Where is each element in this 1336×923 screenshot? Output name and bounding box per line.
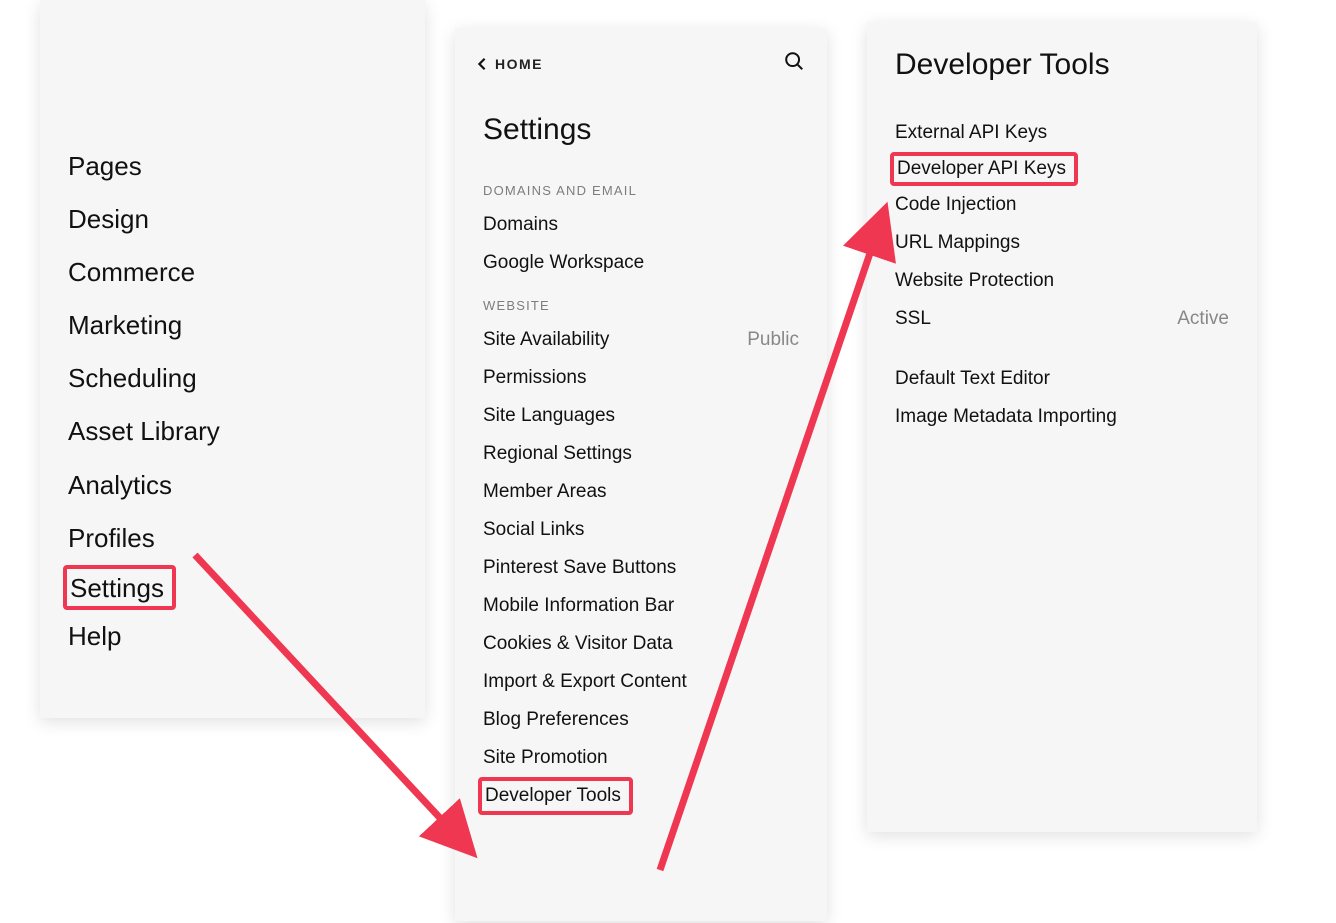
settings-item-regional-settings[interactable]: Regional Settings — [455, 435, 827, 473]
nav-item-settings[interactable]: Settings — [70, 573, 164, 603]
main-nav-panel: Pages Design Commerce Marketing Scheduli… — [40, 0, 425, 718]
settings-item-blog-prefs[interactable]: Blog Preferences — [455, 701, 827, 739]
search-button[interactable] — [783, 50, 805, 77]
nav-item-asset-library[interactable]: Asset Library — [40, 405, 425, 458]
dev-item-developer-api-keys[interactable]: Developer API Keys — [897, 158, 1066, 180]
dev-item-code-injection[interactable]: Code Injection — [867, 186, 1257, 224]
nav-item-profiles[interactable]: Profiles — [40, 512, 425, 565]
dev-item-external-api-keys[interactable]: External API Keys — [867, 114, 1257, 152]
dev-item-url-mappings[interactable]: URL Mappings — [867, 224, 1257, 262]
settings-item-developer-tools[interactable]: Developer Tools — [485, 785, 621, 807]
dev-item-website-protection[interactable]: Website Protection — [867, 262, 1257, 300]
settings-item-cookies[interactable]: Cookies & Visitor Data — [455, 625, 827, 663]
section-label-website: WEBSITE — [455, 282, 827, 321]
nav-item-design[interactable]: Design — [40, 193, 425, 246]
dev-item-default-text-editor[interactable]: Default Text Editor — [867, 360, 1257, 398]
nav-item-help[interactable]: Help — [40, 610, 425, 663]
settings-item-site-availability[interactable]: Site AvailabilityPublic — [455, 321, 827, 359]
settings-item-permissions[interactable]: Permissions — [455, 359, 827, 397]
nav-item-analytics[interactable]: Analytics — [40, 459, 425, 512]
nav-item-marketing[interactable]: Marketing — [40, 299, 425, 352]
nav-item-pages[interactable]: Pages — [40, 140, 425, 193]
dev-title: Developer Tools — [867, 44, 1257, 114]
highlight-developer-tools: Developer Tools — [478, 777, 633, 815]
chevron-left-icon — [475, 57, 489, 71]
back-label: HOME — [495, 56, 543, 72]
settings-title: Settings — [455, 95, 827, 167]
settings-panel: HOME Settings DOMAINS AND EMAIL Domains … — [455, 28, 827, 921]
developer-tools-panel: Developer Tools External API Keys Develo… — [867, 22, 1257, 832]
nav-item-commerce[interactable]: Commerce — [40, 246, 425, 299]
settings-item-domains[interactable]: Domains — [455, 206, 827, 244]
settings-item-import-export[interactable]: Import & Export Content — [455, 663, 827, 701]
settings-item-site-languages[interactable]: Site Languages — [455, 397, 827, 435]
settings-item-site-promotion[interactable]: Site Promotion — [455, 739, 827, 777]
status-text: Public — [747, 329, 799, 351]
highlight-developer-api-keys: Developer API Keys — [890, 152, 1078, 186]
dev-item-image-metadata[interactable]: Image Metadata Importing — [867, 398, 1257, 436]
back-button[interactable]: HOME — [475, 56, 543, 72]
highlight-settings: Settings — [63, 565, 176, 610]
nav-item-scheduling[interactable]: Scheduling — [40, 352, 425, 405]
status-text: Active — [1177, 308, 1229, 330]
settings-item-social-links[interactable]: Social Links — [455, 511, 827, 549]
settings-item-mobile-info-bar[interactable]: Mobile Information Bar — [455, 587, 827, 625]
settings-item-member-areas[interactable]: Member Areas — [455, 473, 827, 511]
dev-item-ssl[interactable]: SSLActive — [867, 300, 1257, 338]
section-label-domains: DOMAINS AND EMAIL — [455, 167, 827, 206]
search-icon — [783, 50, 805, 72]
settings-item-google-workspace[interactable]: Google Workspace — [455, 244, 827, 282]
settings-item-pinterest-save[interactable]: Pinterest Save Buttons — [455, 549, 827, 587]
settings-header: HOME — [455, 50, 827, 95]
